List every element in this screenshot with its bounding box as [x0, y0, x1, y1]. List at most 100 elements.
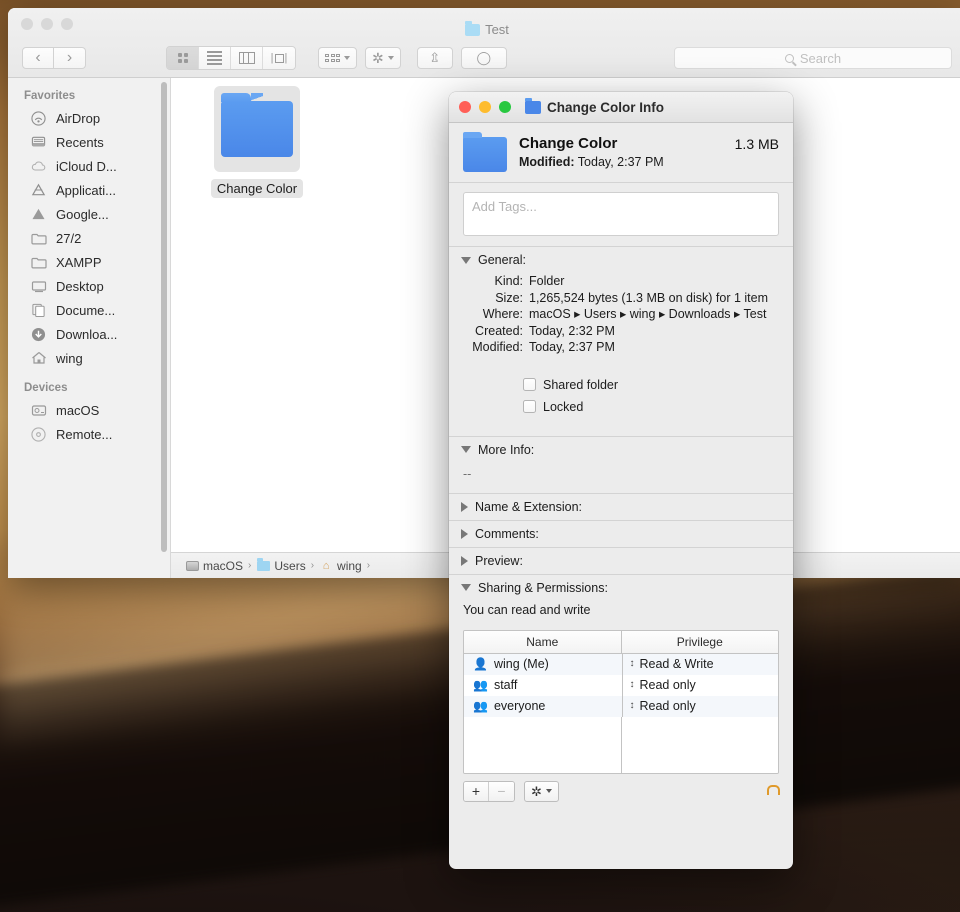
- info-minimize-button[interactable]: [479, 101, 491, 113]
- list-view-button[interactable]: [199, 47, 231, 69]
- comments-section-header[interactable]: Comments:: [449, 521, 793, 547]
- table-row[interactable]: 👥 everyone ↕ Read only: [464, 696, 778, 717]
- sidebar-item-icloud-drive[interactable]: iCloud D...: [8, 154, 170, 178]
- gallery-view-button[interactable]: ||: [263, 47, 295, 69]
- breadcrumb-item-wing[interactable]: ⌂ wing: [319, 559, 362, 573]
- add-user-button[interactable]: +: [464, 782, 489, 801]
- sidebar-scrollbar[interactable]: [161, 82, 167, 552]
- share-button[interactable]: ⇫: [417, 47, 453, 69]
- folder-icon[interactable]: [463, 137, 507, 172]
- sidebar-item-desktop[interactable]: Desktop: [8, 274, 170, 298]
- permission-privilege-cell[interactable]: ↕ Read only: [623, 675, 779, 696]
- permission-name-cell[interactable]: 👥 everyone: [464, 696, 623, 717]
- permission-name-cell[interactable]: 👤 wing (Me): [464, 654, 623, 675]
- action-menu-button[interactable]: ✲: [365, 47, 401, 69]
- icloud-icon: [30, 158, 47, 175]
- add-remove-group[interactable]: + −: [463, 781, 515, 802]
- sidebar-item-xampp[interactable]: XAMPP: [8, 250, 170, 274]
- info-content: Change Color Modified: Today, 2:37 PM 1.…: [449, 123, 793, 869]
- shared-folder-label: Shared folder: [543, 378, 618, 392]
- back-button[interactable]: ‹: [22, 47, 54, 69]
- forward-button[interactable]: ›: [54, 47, 86, 69]
- sidebar-item-documents[interactable]: Docume...: [8, 298, 170, 322]
- file-item-change-color[interactable]: Change Color: [195, 86, 319, 198]
- sidebar-item-remote-disc[interactable]: Remote...: [8, 422, 170, 446]
- row-key: Where:: [463, 306, 529, 323]
- folder-icon: [221, 101, 293, 157]
- sidebar-item-label: AirDrop: [56, 111, 100, 126]
- locked-row[interactable]: Locked: [523, 396, 793, 418]
- sidebar-item-macos[interactable]: macOS: [8, 398, 170, 422]
- general-section-header[interactable]: General:: [449, 247, 793, 273]
- permissions-table[interactable]: Name Privilege 👤 wing (Me) ↕ Read & Writ…: [463, 630, 779, 774]
- info-window-title: Change Color Info: [547, 100, 664, 115]
- sidebar-item-label: 27/2: [56, 231, 81, 246]
- disclosure-triangle-down-icon[interactable]: [461, 257, 471, 264]
- permission-name: everyone: [494, 699, 545, 713]
- stepper-icon[interactable]: ↕: [630, 659, 635, 669]
- gallery-icon: ||: [271, 52, 288, 64]
- shared-folder-row[interactable]: Shared folder: [523, 374, 793, 396]
- shared-folder-checkbox[interactable]: [523, 378, 536, 391]
- general-body: Kind: Folder Size: 1,265,524 bytes (1.3 …: [449, 273, 793, 436]
- name-extension-section-header[interactable]: Name & Extension:: [449, 494, 793, 520]
- add-tags-input[interactable]: Add Tags...: [463, 192, 779, 236]
- finder-sidebar[interactable]: Favorites AirDrop Recents iCloud D...: [8, 78, 171, 578]
- disclosure-triangle-right-icon[interactable]: [461, 556, 468, 566]
- info-maximize-button[interactable]: [499, 101, 511, 113]
- sidebar-item-recents[interactable]: Recents: [8, 130, 170, 154]
- permissions-action-button[interactable]: ✲: [524, 781, 559, 802]
- breadcrumb-item-macos[interactable]: macOS: [185, 559, 243, 573]
- disclosure-triangle-right-icon[interactable]: [461, 502, 468, 512]
- sidebar-item-27-2[interactable]: 27/2: [8, 226, 170, 250]
- sidebar-item-label: Google...: [56, 207, 109, 222]
- row-key: Modified:: [463, 339, 529, 356]
- disclosure-triangle-right-icon[interactable]: [461, 529, 468, 539]
- permissions-footer: + − ✲: [449, 774, 793, 812]
- documents-icon: [30, 302, 47, 319]
- info-item-name[interactable]: Change Color: [519, 135, 723, 152]
- navigation-buttons[interactable]: ‹ ›: [22, 47, 86, 69]
- finder-titlebar[interactable]: Test ‹ ›: [8, 8, 960, 78]
- column-view-button[interactable]: [231, 47, 263, 69]
- stepper-icon[interactable]: ↕: [630, 680, 635, 690]
- section-sharing-permissions: Sharing & Permissions: You can read and …: [449, 575, 793, 812]
- applications-icon: [30, 182, 47, 199]
- view-mode-segmented-control[interactable]: ||: [166, 46, 296, 70]
- search-input[interactable]: Search: [674, 47, 952, 69]
- permission-privilege-cell[interactable]: ↕ Read only: [623, 696, 779, 717]
- permission-privilege-cell[interactable]: ↕ Read & Write: [623, 654, 779, 675]
- disclosure-triangle-down-icon[interactable]: [461, 584, 471, 591]
- arrange-button[interactable]: [318, 47, 357, 69]
- tag-button[interactable]: ◯: [461, 47, 507, 69]
- harddisk-icon: [185, 559, 199, 572]
- permission-name-cell[interactable]: 👥 staff: [464, 675, 623, 696]
- sidebar-item-downloads[interactable]: Downloa...: [8, 322, 170, 346]
- info-row-modified: Modified: Today, 2:37 PM: [449, 339, 793, 356]
- search-placeholder: Search: [800, 51, 841, 66]
- breadcrumb-separator: ›: [367, 560, 370, 571]
- table-row[interactable]: 👤 wing (Me) ↕ Read & Write: [464, 654, 778, 675]
- home-icon: ⌂: [319, 559, 333, 572]
- info-titlebar[interactable]: Change Color Info: [449, 92, 793, 123]
- chevron-down-icon: [344, 56, 350, 60]
- more-info-section-header[interactable]: More Info:: [449, 437, 793, 463]
- sidebar-item-wing[interactable]: wing: [8, 346, 170, 370]
- stepper-icon[interactable]: ↕: [630, 701, 635, 711]
- remove-user-button[interactable]: −: [489, 782, 514, 801]
- locked-checkbox[interactable]: [523, 400, 536, 413]
- info-close-button[interactable]: [459, 101, 471, 113]
- sharing-section-header[interactable]: Sharing & Permissions:: [449, 575, 793, 601]
- table-row[interactable]: 👥 staff ↕ Read only: [464, 675, 778, 696]
- preview-section-header[interactable]: Preview:: [449, 548, 793, 574]
- info-row-created: Created: Today, 2:32 PM: [449, 323, 793, 340]
- breadcrumb-item-users[interactable]: Users: [256, 559, 305, 573]
- sidebar-item-google-drive[interactable]: Google...: [8, 202, 170, 226]
- permission-privilege: Read only: [640, 699, 696, 713]
- sidebar-item-applications[interactable]: Applicati...: [8, 178, 170, 202]
- get-info-window: Change Color Info Change Color Modified:…: [449, 92, 793, 869]
- icon-view-button[interactable]: [167, 47, 199, 69]
- list-icon: [207, 51, 222, 65]
- disclosure-triangle-down-icon[interactable]: [461, 446, 471, 453]
- sidebar-item-airdrop[interactable]: AirDrop: [8, 106, 170, 130]
